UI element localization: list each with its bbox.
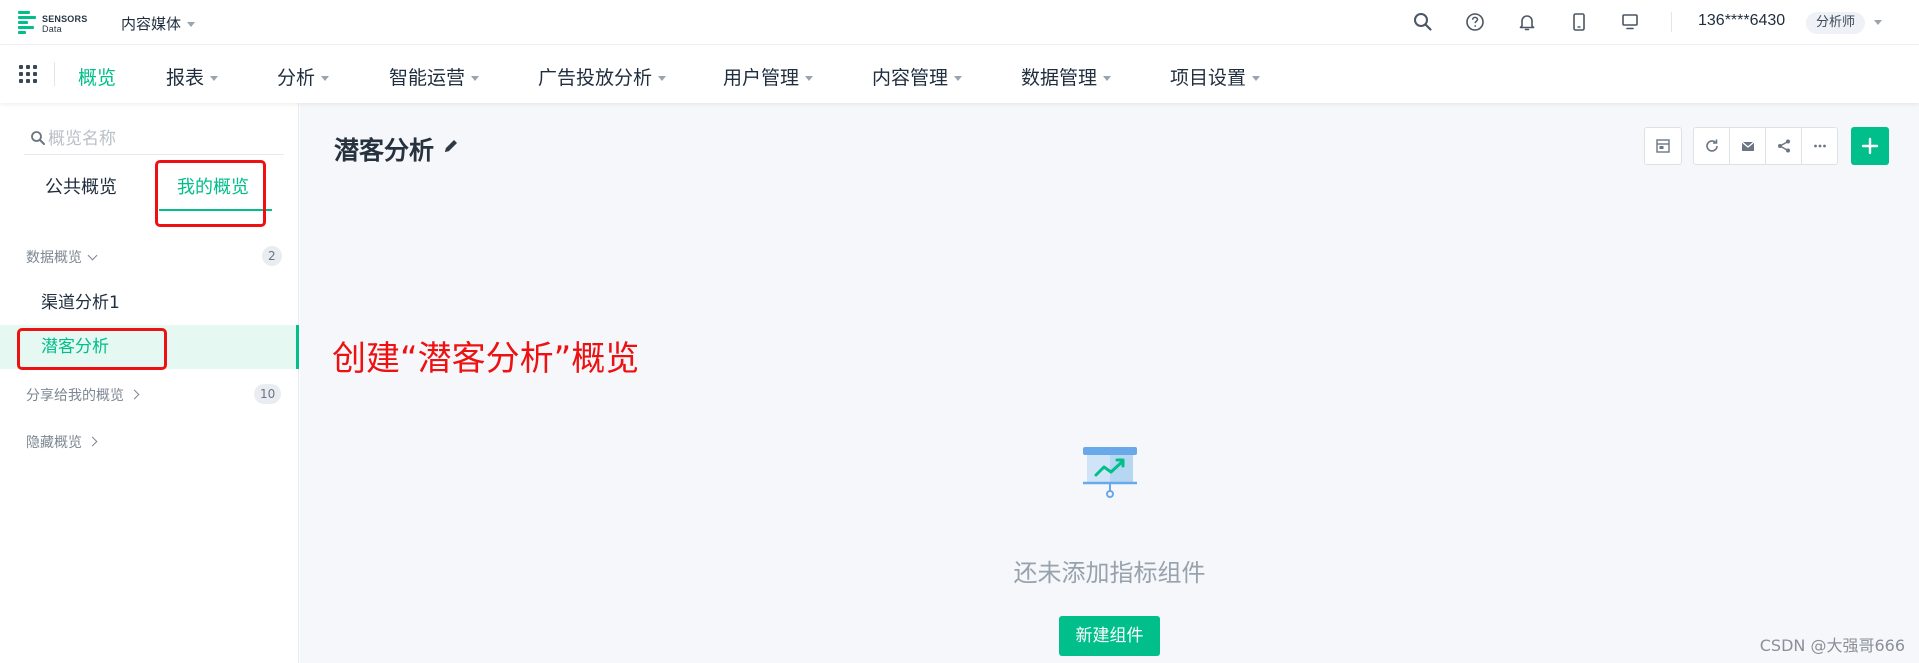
chevron-down-icon bbox=[805, 76, 814, 81]
plus-icon bbox=[1861, 137, 1879, 155]
layout-button[interactable] bbox=[1644, 127, 1682, 165]
divider bbox=[1671, 12, 1672, 32]
nav-content-management[interactable]: 内容管理 bbox=[872, 63, 963, 90]
chevron-down-icon bbox=[954, 76, 963, 81]
annotation-highlight-box bbox=[155, 160, 266, 227]
nav-ad-analysis[interactable]: 广告投放分析 bbox=[538, 63, 667, 90]
apps-grid-icon[interactable] bbox=[19, 65, 37, 83]
presentation-board-icon bbox=[1080, 443, 1140, 503]
new-component-button[interactable]: 新建组件 bbox=[1059, 616, 1160, 656]
logo-text: SENSORS bbox=[42, 14, 88, 24]
bell-icon[interactable] bbox=[1516, 11, 1538, 33]
add-component-button[interactable] bbox=[1851, 127, 1889, 165]
mobile-icon[interactable] bbox=[1568, 11, 1590, 33]
search-icon[interactable] bbox=[1412, 11, 1434, 33]
more-button[interactable] bbox=[1801, 127, 1838, 165]
share-button[interactable] bbox=[1765, 127, 1802, 165]
chevron-down-icon bbox=[321, 76, 330, 81]
chevron-down-icon bbox=[471, 76, 480, 81]
main-content: 潜客分析 创建“潜客分析”概览 还未添加指标组件 新建组件 CSDN @大强哥6… bbox=[300, 103, 1919, 663]
annotation-highlight-box bbox=[17, 328, 167, 370]
chevron-down-icon bbox=[658, 76, 667, 81]
nav-smart-operations[interactable]: 智能运营 bbox=[389, 63, 480, 90]
main-nav: 概览 报表 分析 智能运营 广告投放分析 用户管理 内容管理 数据管理 项目设置 bbox=[0, 45, 1919, 103]
nav-user-management[interactable]: 用户管理 bbox=[723, 63, 814, 90]
nav-data-management[interactable]: 数据管理 bbox=[1021, 63, 1112, 90]
sidebar-item-channel-analysis[interactable]: 渠道分析1 bbox=[0, 281, 299, 325]
role-badge[interactable]: 分析师 bbox=[1806, 12, 1866, 34]
nav-project-settings[interactable]: 项目设置 bbox=[1170, 63, 1261, 90]
page-title: 潜客分析 bbox=[334, 136, 435, 165]
layout-icon bbox=[1656, 139, 1670, 153]
nav-reports[interactable]: 报表 bbox=[166, 63, 219, 90]
edit-icon[interactable] bbox=[442, 137, 460, 155]
more-icon bbox=[1813, 144, 1826, 148]
project-name: 内容媒体 bbox=[121, 15, 182, 33]
chevron-right-icon bbox=[87, 436, 98, 447]
nav-analysis[interactable]: 分析 bbox=[277, 63, 330, 90]
overview-search-input[interactable] bbox=[48, 127, 278, 151]
chevron-down-icon bbox=[87, 250, 98, 261]
count-badge: 10 bbox=[254, 384, 282, 404]
divider bbox=[54, 62, 55, 86]
watermark: CSDN @大强哥666 bbox=[1759, 636, 1905, 655]
subscribe-button[interactable] bbox=[1729, 127, 1766, 165]
group-hidden-overviews[interactable]: 隐藏概览 bbox=[26, 432, 98, 452]
logo-subtext: Data bbox=[42, 24, 62, 34]
annotation-text: 创建“潜客分析”概览 bbox=[332, 339, 640, 379]
monitor-icon[interactable] bbox=[1619, 11, 1641, 33]
search-icon bbox=[30, 130, 46, 146]
refresh-button[interactable] bbox=[1693, 127, 1730, 165]
tab-public-overviews[interactable]: 公共概览 bbox=[45, 173, 117, 199]
nav-overview[interactable]: 概览 bbox=[78, 63, 116, 90]
group-shared-overviews[interactable]: 分享给我的概览 bbox=[26, 385, 140, 405]
user-account[interactable]: 136****6430 bbox=[1698, 12, 1785, 30]
count-badge: 2 bbox=[262, 246, 282, 266]
empty-state-message: 还未添加指标组件 bbox=[1013, 559, 1206, 587]
help-icon[interactable] bbox=[1464, 11, 1486, 33]
refresh-icon bbox=[1705, 139, 1718, 152]
chevron-down-icon[interactable] bbox=[1874, 20, 1882, 25]
chevron-down-icon bbox=[187, 22, 196, 27]
chevron-down-icon bbox=[210, 76, 219, 81]
sidebar-search bbox=[24, 123, 284, 155]
sensors-data-logo[interactable]: SENSORS Data bbox=[18, 9, 98, 37]
share-icon bbox=[1777, 139, 1790, 153]
sidebar: 公共概览 我的概览 数据概览 2 渠道分析1 潜客分析 分享给我的概览 10 隐… bbox=[0, 103, 299, 663]
chevron-down-icon bbox=[1103, 76, 1112, 81]
chevron-down-icon bbox=[1252, 76, 1261, 81]
project-selector[interactable]: 内容媒体 bbox=[121, 13, 196, 34]
mail-icon bbox=[1741, 141, 1754, 151]
top-bar: SENSORS Data 内容媒体 136****6430 分析师 bbox=[0, 0, 1919, 45]
group-data-overview[interactable]: 数据概览 bbox=[26, 247, 98, 267]
chevron-right-icon bbox=[129, 389, 140, 400]
